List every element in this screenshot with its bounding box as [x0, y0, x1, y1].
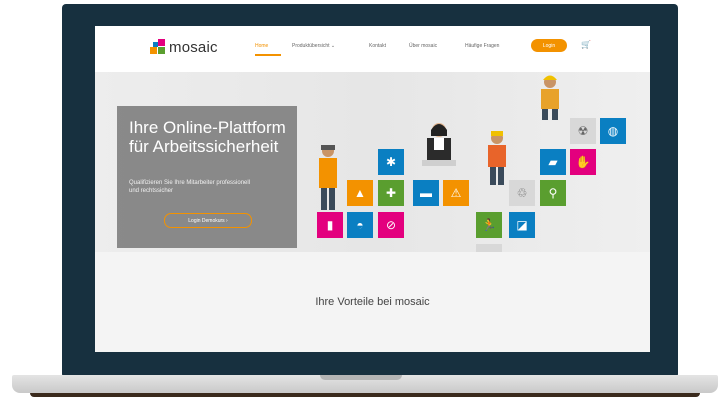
- nav-item-home[interactable]: Home: [255, 43, 268, 49]
- fire-hazard-icon: ▲: [347, 180, 373, 206]
- nav-item-kontakt[interactable]: Kontakt: [369, 43, 386, 49]
- sprinkler-icon: ✱: [378, 149, 404, 175]
- benefits-heading: Ihre Vorteile bei mosaic: [315, 296, 430, 308]
- hero-subtitle: Qualifizieren Sie Ihre Mitarbeiter profe…: [129, 180, 251, 194]
- forklift-icon: ◪: [509, 212, 535, 238]
- login-button[interactable]: Login: [531, 39, 567, 52]
- warning-icon: ⚠: [443, 180, 469, 206]
- no-smoking-icon: ⊘: [378, 212, 404, 238]
- nav-item-produktuebersicht[interactable]: Produktübersicht ⌄: [292, 43, 335, 49]
- hero-title-line1: Ihre Online-Plattform: [129, 118, 286, 137]
- mosaic-logo[interactable]: mosaic: [150, 38, 218, 56]
- truck-icon: ▬: [413, 180, 439, 206]
- respirator-icon: ◍: [600, 118, 626, 144]
- nav-item-haeufige-fragen[interactable]: Häufige Fragen: [465, 43, 499, 49]
- first-aid-icon: ✚: [378, 180, 404, 206]
- benefits-section: Ihre Vorteile bei mosaic: [95, 252, 650, 352]
- logo-text: mosaic: [169, 38, 218, 56]
- fire-extinguisher-icon: ▮: [317, 212, 343, 238]
- hero-text-box: Ihre Online-Plattform für Arbeitssicherh…: [117, 106, 297, 248]
- worker-hammer-person: [319, 145, 337, 210]
- laptop-shadow: [30, 393, 700, 397]
- hero-banner: ✱ ▲ ✚ ▬ ⚠ ▮ ◓ ⊘ ♲ ⚲ ▰ ✋ ☢ ◍ 🏃 ◪ ◒: [95, 72, 650, 270]
- emergency-exit-icon: 🏃: [476, 212, 502, 238]
- business-woman-person: [422, 123, 456, 166]
- worker-vest-person: [488, 131, 506, 185]
- glove-icon: ✋: [570, 149, 596, 175]
- bicycle-icon: ⚲: [540, 180, 566, 206]
- recycling-icon: ♲: [509, 180, 535, 206]
- nav-item-ueber-mosaic[interactable]: Über mosaic: [409, 43, 437, 49]
- laptop-notch: [320, 375, 402, 380]
- browser-screen: mosaic Home Produktübersicht ⌄ Kontakt Ü…: [95, 26, 650, 352]
- active-nav-indicator: [255, 54, 281, 56]
- demo-login-button[interactable]: Login Demokurs ›: [164, 213, 252, 228]
- gas-mask-icon: ☢: [570, 118, 596, 144]
- top-navigation: mosaic Home Produktübersicht ⌄ Kontakt Ü…: [95, 26, 650, 72]
- mosaic-logo-mark: [150, 39, 166, 55]
- hero-title: Ihre Online-Plattform für Arbeitssicherh…: [129, 118, 286, 156]
- safety-shoe-icon: ▰: [540, 149, 566, 175]
- worker-helmet-person: [541, 75, 559, 120]
- hero-title-line2: für Arbeitssicherheit: [129, 137, 279, 156]
- cart-icon[interactable]: 🛒: [581, 40, 591, 49]
- helmet-icon: ◓: [347, 212, 373, 238]
